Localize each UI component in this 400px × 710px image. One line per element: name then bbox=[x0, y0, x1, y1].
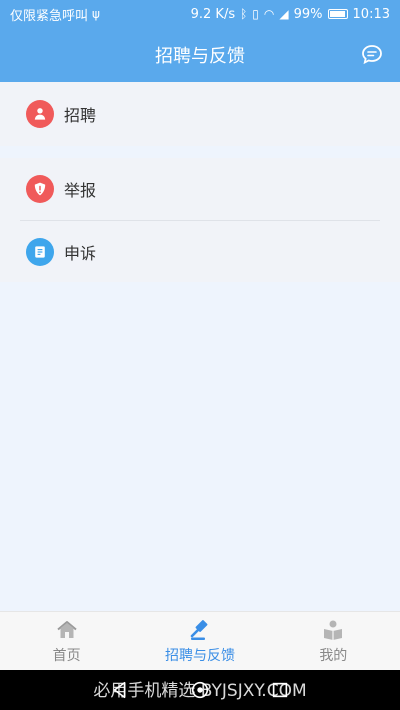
tab-recruit-feedback[interactable]: 招聘与反馈 bbox=[133, 612, 266, 670]
app-header: 招聘与反馈 bbox=[0, 28, 400, 82]
menu-item-label: 申诉 bbox=[64, 244, 97, 263]
clock: 10:13 bbox=[352, 6, 390, 22]
tab-label: 招聘与反馈 bbox=[164, 647, 235, 664]
status-bar-right: 9.2 K/s ᛒ ▯ ◠ ◢ 99% 10:13 bbox=[191, 7, 390, 22]
status-bar-left: 仅限紧急呼叫 ψ bbox=[10, 5, 100, 24]
menu-item-appeal[interactable]: 申诉 bbox=[0, 221, 400, 283]
message-button[interactable] bbox=[360, 43, 384, 67]
document-edit-icon bbox=[26, 238, 54, 266]
person-icon bbox=[26, 100, 54, 128]
battery-percent: 99% bbox=[293, 6, 323, 22]
menu-item-label: 举报 bbox=[64, 181, 97, 200]
tab-label: 我的 bbox=[319, 647, 348, 664]
back-triangle-icon bbox=[113, 681, 126, 699]
carrier-text: 仅限紧急呼叫 bbox=[10, 8, 89, 24]
menu-item-label: 招聘 bbox=[64, 106, 97, 125]
chat-bubble-icon bbox=[362, 45, 382, 65]
tab-label: 首页 bbox=[52, 647, 81, 664]
recents-square-icon bbox=[272, 682, 288, 698]
nav-recents-button[interactable] bbox=[269, 679, 291, 701]
recruit-section: 招聘 bbox=[0, 82, 400, 146]
tab-mine[interactable]: 我的 bbox=[267, 612, 400, 670]
wifi-icon: ◠ bbox=[263, 7, 275, 21]
signal-icon: ◢ bbox=[279, 7, 289, 21]
tab-home[interactable]: 首页 bbox=[0, 612, 133, 670]
bluetooth-icon: ᛒ bbox=[240, 7, 248, 21]
bottom-tab-bar: 首页 招聘与反馈 我的 bbox=[0, 611, 400, 670]
system-nav-bar bbox=[0, 670, 400, 710]
battery-icon bbox=[327, 9, 348, 19]
shield-alert-icon bbox=[26, 175, 54, 203]
nav-home-button[interactable] bbox=[189, 679, 211, 701]
menu-item-report[interactable]: 举报 bbox=[0, 158, 400, 220]
menu-item-recruit[interactable]: 招聘 bbox=[0, 82, 400, 146]
vibrate-icon: ▯ bbox=[252, 7, 259, 21]
gavel-icon bbox=[190, 619, 208, 640]
status-bar: 仅限紧急呼叫 ψ 9.2 K/s ᛒ ▯ ◠ ◢ 99% 10:13 bbox=[0, 0, 400, 28]
page-title: 招聘与反馈 bbox=[155, 46, 245, 67]
feedback-section: 举报 申诉 bbox=[0, 158, 400, 282]
user-reading-icon bbox=[324, 620, 343, 640]
network-speed: 9.2 K/s bbox=[190, 6, 236, 22]
nav-back-button[interactable] bbox=[109, 679, 131, 701]
home-icon bbox=[57, 620, 77, 638]
usb-icon: ψ bbox=[92, 7, 100, 21]
home-circle-icon bbox=[191, 681, 209, 699]
